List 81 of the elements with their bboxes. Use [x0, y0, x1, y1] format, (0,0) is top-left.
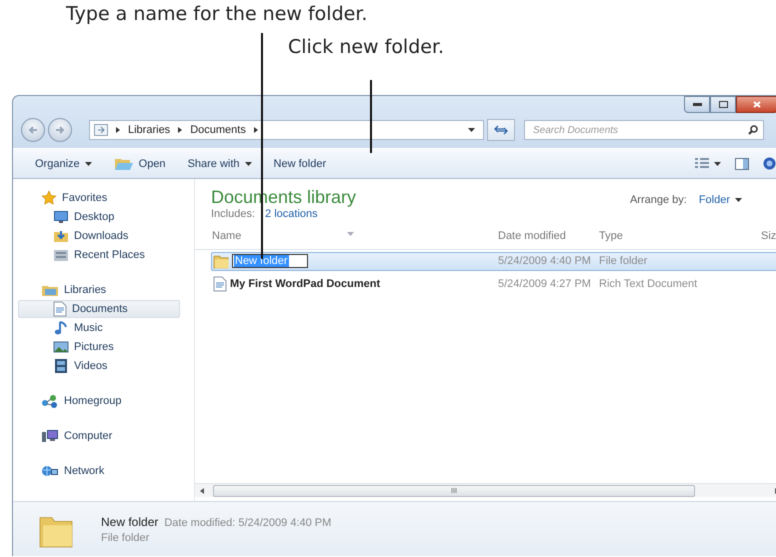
- music-note-icon: [53, 320, 69, 336]
- column-header[interactable]: Type: [599, 230, 623, 242]
- minimize-button[interactable]: [684, 96, 710, 113]
- dropdown-arrow-icon: [468, 128, 475, 132]
- forward-arrow-icon: [55, 125, 65, 135]
- nav-item[interactable]: Network: [18, 462, 106, 480]
- film-icon: [53, 358, 69, 374]
- arrange-label: Arrange by:: [630, 194, 687, 206]
- date-cell: 5/24/2009 4:27 PM: [498, 278, 591, 290]
- nav-item[interactable]: Recent Places: [18, 246, 146, 264]
- star-icon: [41, 190, 57, 206]
- network-icon: [41, 463, 59, 479]
- breadcrumb-arrow-icon: [115, 126, 121, 134]
- address-bar[interactable]: Libraries Documents: [89, 120, 484, 140]
- file-row[interactable]: My First WordPad Document 5/24/2009 4:27 PM Rich Text Document: [211, 275, 776, 294]
- toolbar-button[interactable]: New folder: [274, 158, 326, 170]
- callout-text: Click new folder.: [288, 36, 444, 58]
- callout-text: Type a name for the new folder.: [66, 2, 368, 25]
- type-cell: Rich Text Document: [599, 278, 698, 290]
- document-icon: [213, 276, 227, 292]
- column-header[interactable]: Siz: [761, 230, 776, 242]
- nav-item[interactable]: Computer: [18, 427, 114, 445]
- maximize-icon: [718, 101, 728, 108]
- locations-link[interactable]: 2 locations: [265, 208, 318, 220]
- download-folder-icon: [53, 228, 69, 244]
- folder-icon: [213, 253, 229, 269]
- nav-item[interactable]: Documents: [18, 300, 180, 318]
- breadcrumb-arrow-icon: [252, 126, 259, 134]
- caret-icon: [84, 162, 92, 166]
- homegroup-icon: [41, 393, 59, 409]
- caret-icon: [244, 162, 252, 166]
- document-icon: [53, 301, 67, 317]
- column-header[interactable]: Name: [212, 230, 242, 242]
- refresh-icon: [494, 125, 508, 135]
- details-name: New folder: [101, 514, 158, 528]
- close-button[interactable]: [736, 96, 776, 113]
- nav-item[interactable]: Libraries: [18, 281, 108, 299]
- file-name: My First WordPad Document: [230, 277, 380, 292]
- preview-pane-icon: [735, 158, 749, 170]
- sort-arrow-icon: [347, 232, 354, 236]
- refresh-button[interactable]: [487, 119, 515, 141]
- search-field[interactable]: Search Documents: [524, 120, 764, 140]
- nav-item[interactable]: Music: [18, 319, 104, 337]
- arrange-dropdown[interactable]: Folder: [698, 194, 742, 206]
- grip-icon: [450, 488, 458, 493]
- minimize-icon: [692, 103, 702, 106]
- column-header[interactable]: Date modified: [498, 230, 566, 242]
- computer-icon: [41, 428, 59, 444]
- type-cell: File folder: [599, 255, 648, 267]
- nav-item[interactable]: Downloads: [18, 227, 130, 245]
- breadcrumb-arrow-icon: [177, 126, 184, 134]
- date-cell: 5/24/2009 4:40 PM: [498, 255, 591, 267]
- nav-item[interactable]: Pictures: [18, 338, 115, 356]
- help-icon: [763, 157, 776, 170]
- recent-places-icon: [53, 247, 69, 263]
- caret-icon: [714, 162, 721, 166]
- back-arrow-icon: [28, 125, 38, 135]
- nav-item[interactable]: Desktop: [18, 208, 116, 226]
- toolbar-button[interactable]: Organize: [35, 158, 92, 170]
- caret-icon: [735, 198, 742, 202]
- breadcrumb-item[interactable]: Libraries: [128, 124, 170, 136]
- nav-item[interactable]: Homegroup: [18, 392, 122, 410]
- includes-label: Includes:: [211, 208, 256, 220]
- nav-item[interactable]: Favorites: [18, 189, 108, 207]
- maximize-button[interactable]: [710, 96, 736, 113]
- search-icon: [748, 125, 758, 135]
- close-icon: [753, 101, 761, 108]
- toolbar-button[interactable]: Open: [114, 156, 166, 172]
- view-button[interactable]: [695, 158, 721, 170]
- breadcrumb-item[interactable]: Documents: [190, 124, 246, 136]
- folder-icon: [94, 124, 108, 136]
- view-list-icon: [695, 158, 709, 170]
- nav-item[interactable]: Videos: [18, 357, 108, 375]
- details-type: File folder: [101, 532, 150, 544]
- scroll-left-icon: [200, 488, 204, 494]
- preview-pane-button[interactable]: [735, 158, 749, 170]
- details-date: Date modified: 5/24/2009 4:40 PM: [164, 516, 332, 528]
- toolbar-button[interactable]: Share with: [188, 158, 252, 170]
- desktop-icon: [53, 209, 69, 225]
- help-button[interactable]: [763, 157, 776, 170]
- picture-icon: [53, 339, 69, 355]
